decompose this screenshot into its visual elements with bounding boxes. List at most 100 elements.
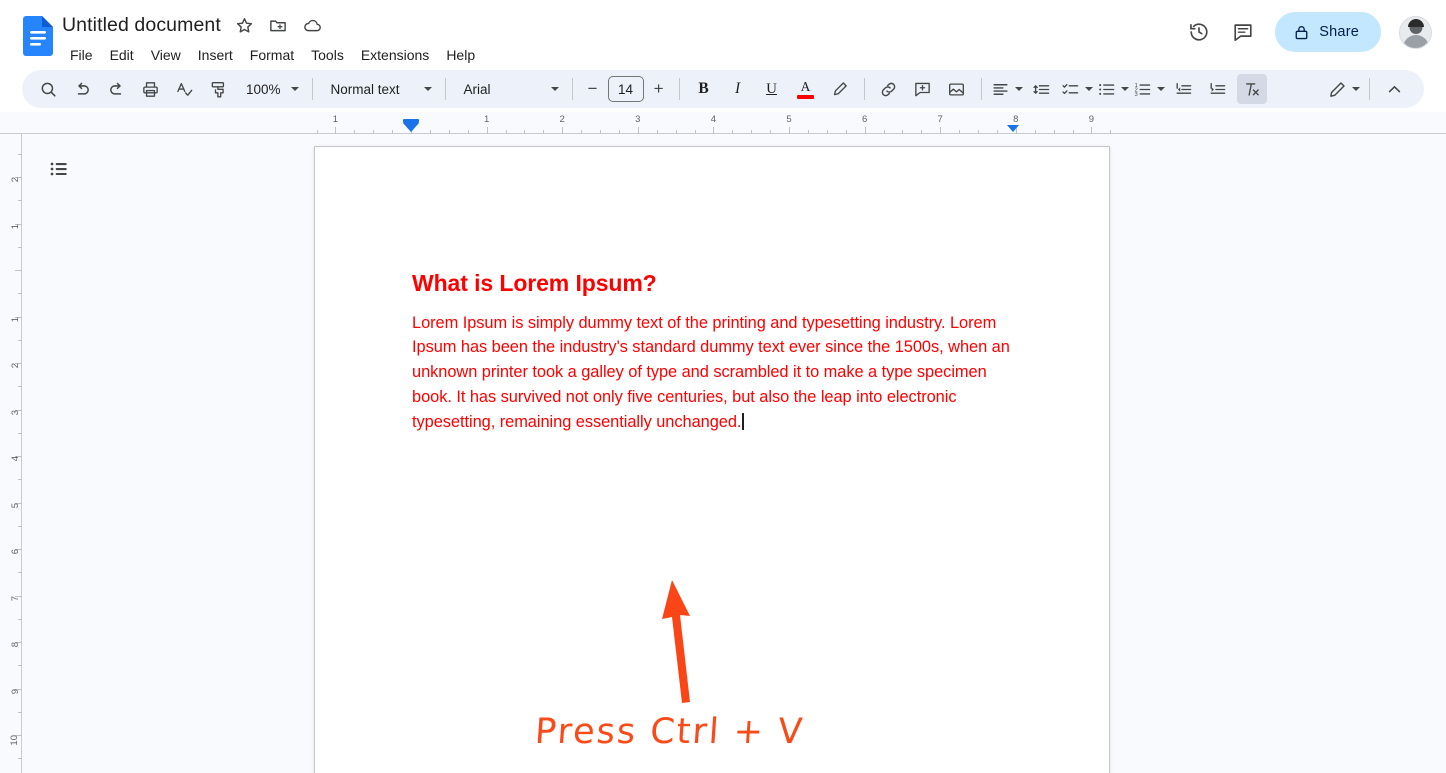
ruler-label: 3 bbox=[635, 114, 641, 125]
font-family-value: Arial bbox=[463, 81, 491, 97]
google-docs-window: Untitled document File Edit View Insert … bbox=[0, 0, 1446, 773]
instruction-text: Press Ctrl + V bbox=[533, 712, 806, 752]
ruler-tick bbox=[713, 127, 715, 134]
ruler-tick bbox=[562, 127, 564, 134]
menu-extensions[interactable]: Extensions bbox=[353, 44, 437, 66]
decrease-font-size-button[interactable]: − bbox=[580, 76, 606, 102]
menu-help[interactable]: Help bbox=[438, 44, 483, 66]
menu-file[interactable]: File bbox=[62, 44, 101, 66]
numbered-list-icon[interactable]: 1 2 3 bbox=[1133, 74, 1165, 104]
ruler-tick bbox=[637, 127, 639, 134]
toolbar-divider bbox=[980, 78, 982, 100]
paragraph-style-selector[interactable]: Normal text bbox=[320, 74, 438, 104]
text-cursor bbox=[742, 412, 745, 430]
ruler-tick bbox=[864, 127, 866, 134]
menu-format[interactable]: Format bbox=[242, 44, 302, 66]
search-icon[interactable] bbox=[33, 74, 63, 104]
redo-icon[interactable] bbox=[101, 74, 131, 104]
ruler-label: 4 bbox=[710, 114, 717, 125]
titlebar-actions: Share bbox=[1179, 12, 1432, 52]
highlight-color-icon[interactable] bbox=[825, 74, 855, 104]
toolbar-divider bbox=[1369, 78, 1370, 100]
docs-file-icon[interactable] bbox=[23, 16, 53, 56]
insert-image-icon[interactable] bbox=[942, 74, 972, 104]
paint-format-icon[interactable] bbox=[203, 74, 233, 104]
cloud-saved-icon[interactable] bbox=[302, 16, 323, 35]
menu-view[interactable]: View bbox=[143, 44, 189, 66]
ruler-tick bbox=[940, 127, 942, 134]
bold-label: B bbox=[698, 80, 709, 97]
clear-formatting-icon[interactable] bbox=[1236, 74, 1267, 104]
document-title[interactable]: Untitled document bbox=[62, 14, 221, 37]
ruler-label: 5 bbox=[786, 114, 792, 125]
lock-icon bbox=[1293, 24, 1310, 41]
ruler-label: 1 bbox=[332, 114, 339, 125]
move-folder-icon[interactable] bbox=[268, 16, 288, 35]
line-spacing-icon[interactable] bbox=[1027, 74, 1057, 104]
text-color-swatch bbox=[797, 94, 815, 99]
undo-icon[interactable] bbox=[67, 74, 97, 104]
title-row: Untitled document bbox=[62, 10, 484, 40]
bold-button[interactable]: B bbox=[689, 74, 719, 104]
chevron-down-icon bbox=[1352, 87, 1360, 91]
menu-insert[interactable]: Insert bbox=[190, 44, 241, 66]
align-left-icon[interactable] bbox=[991, 74, 1023, 104]
ruler-label: 1 bbox=[9, 223, 21, 229]
italic-button[interactable]: I bbox=[723, 74, 753, 104]
account-avatar[interactable] bbox=[1399, 15, 1432, 49]
document-canvas: What is Lorem Ipsum? Lorem Ipsum is simp… bbox=[22, 134, 1446, 773]
increase-font-size-button[interactable]: + bbox=[646, 76, 672, 102]
ruler-label: 6 bbox=[861, 114, 868, 125]
zoom-selector[interactable]: 100% bbox=[235, 74, 305, 104]
ruler-label: 10 bbox=[9, 735, 21, 746]
font-size-input[interactable] bbox=[607, 76, 644, 102]
ruler-label: 6 bbox=[9, 549, 21, 555]
document-heading: What is Lorem Ipsum? bbox=[412, 270, 657, 296]
text-color-button[interactable]: A bbox=[791, 74, 821, 104]
show-outline-icon[interactable] bbox=[42, 152, 76, 186]
svg-text:3: 3 bbox=[1134, 91, 1137, 97]
checklist-icon[interactable] bbox=[1061, 74, 1093, 104]
share-button[interactable]: Share bbox=[1275, 12, 1381, 52]
menu-tools[interactable]: Tools bbox=[303, 44, 352, 66]
chevron-down-icon bbox=[290, 87, 299, 91]
avatar-hair bbox=[1407, 18, 1424, 27]
bulleted-list-icon[interactable] bbox=[1097, 74, 1129, 104]
print-icon[interactable] bbox=[135, 74, 165, 104]
ruler-label: 2 bbox=[9, 177, 21, 183]
menu-bar: File Edit View Insert Format Tools Exten… bbox=[62, 42, 484, 68]
chevron-up-icon[interactable] bbox=[1379, 74, 1409, 104]
ruler-label: 1 bbox=[483, 114, 490, 125]
spellcheck-icon[interactable] bbox=[169, 74, 199, 104]
ruler-label: 8 bbox=[9, 642, 21, 648]
vertical-ruler[interactable]: 2 1 1 2 3 4 5 6 7 8 9 10 bbox=[0, 134, 22, 773]
increase-indent-icon[interactable] bbox=[1203, 74, 1233, 104]
left-indent-marker[interactable] bbox=[403, 119, 419, 132]
ruler-tick bbox=[486, 127, 488, 134]
avatar-body bbox=[1402, 34, 1429, 48]
comment-history-icon[interactable] bbox=[1223, 12, 1263, 52]
document-page[interactable]: What is Lorem Ipsum? Lorem Ipsum is simp… bbox=[314, 146, 1110, 773]
add-comment-icon[interactable] bbox=[908, 74, 938, 104]
decrease-indent-icon[interactable] bbox=[1169, 74, 1199, 104]
font-family-selector[interactable]: Arial bbox=[453, 74, 565, 104]
toolbar-divider bbox=[678, 78, 680, 100]
ruler-label: 7 bbox=[937, 114, 943, 125]
version-history-icon[interactable] bbox=[1179, 12, 1219, 52]
chevron-down-icon bbox=[1084, 87, 1093, 91]
menu-edit[interactable]: Edit bbox=[102, 44, 142, 66]
underline-label: U bbox=[766, 80, 777, 97]
ruler-label: 4 bbox=[9, 456, 21, 462]
document-body[interactable]: What is Lorem Ipsum? Lorem Ipsum is simp… bbox=[412, 269, 1016, 434]
ruler-label: 5 bbox=[9, 502, 21, 508]
underline-button[interactable]: U bbox=[757, 74, 787, 104]
ruler-tick bbox=[789, 127, 790, 134]
editing-mode-pencil-icon[interactable] bbox=[1328, 74, 1360, 104]
right-indent-marker[interactable] bbox=[1007, 125, 1019, 132]
chevron-down-icon bbox=[550, 87, 559, 91]
star-icon[interactable] bbox=[235, 16, 254, 35]
ruler-label: 7 bbox=[9, 595, 21, 601]
horizontal-ruler[interactable]: 1 1 2 3 4 5 6 7 8 9 bbox=[0, 112, 1446, 134]
ruler-label: 8 bbox=[1013, 114, 1019, 125]
insert-link-icon[interactable] bbox=[874, 74, 904, 104]
